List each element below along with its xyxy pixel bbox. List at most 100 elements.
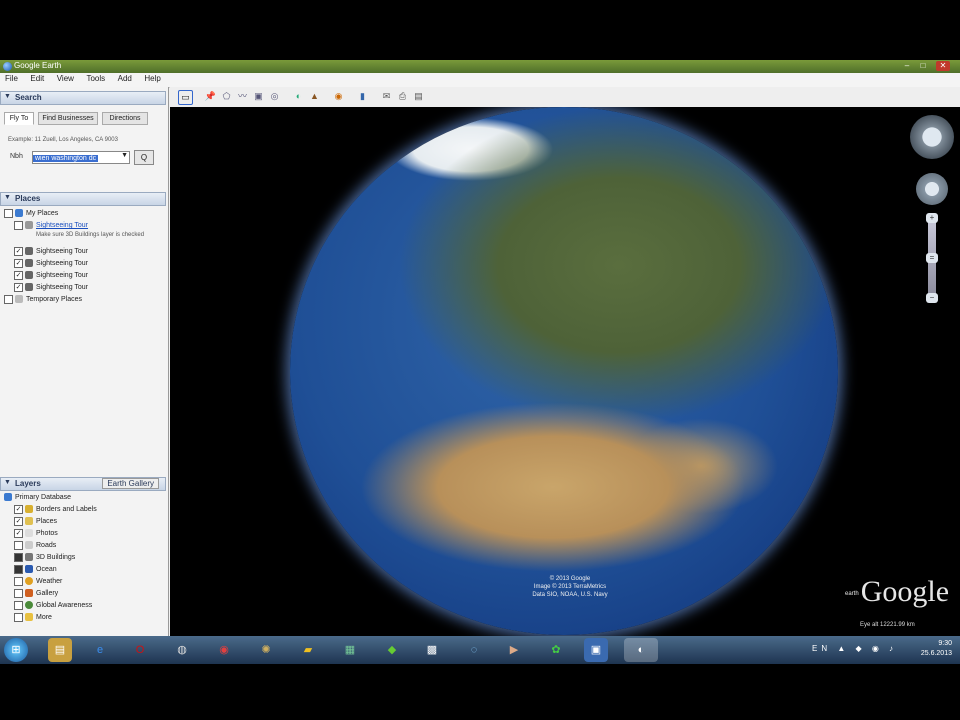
- placemark-icon[interactable]: 📌: [204, 90, 217, 103]
- checkbox-checked[interactable]: ✓: [14, 282, 23, 292]
- app-icon[interactable]: ✿: [544, 638, 568, 662]
- tree-item[interactable]: Primary Database: [4, 492, 97, 504]
- folder-icon[interactable]: ▰: [296, 638, 320, 662]
- globe-view[interactable]: + = − © 2013 Google Image © 2013 TerraMe…: [170, 107, 960, 636]
- checkbox-checked[interactable]: ✓: [14, 504, 23, 514]
- globe-icon: [25, 601, 33, 610]
- tour-icon[interactable]: ◎: [268, 90, 281, 103]
- checkbox[interactable]: [14, 552, 23, 562]
- checkbox[interactable]: [4, 294, 13, 304]
- tree-item[interactable]: Roads: [4, 540, 97, 552]
- tree-item[interactable]: ✓ Sightseeing Tour: [4, 246, 166, 258]
- search-button[interactable]: Q: [134, 150, 154, 165]
- menu-add[interactable]: Add: [113, 73, 137, 84]
- historical-imagery-icon[interactable]: ▲: [308, 90, 321, 103]
- email-icon[interactable]: ✉: [380, 90, 393, 103]
- checkbox[interactable]: [14, 576, 23, 586]
- close-button[interactable]: ✕: [936, 61, 950, 71]
- clock[interactable]: 9:30 25.6.2013: [902, 639, 952, 659]
- tree-item[interactable]: Weather: [4, 576, 97, 588]
- search-panel-header[interactable]: ▼ Search: [0, 91, 166, 105]
- tree-item[interactable]: ✓ Photos: [4, 528, 97, 540]
- start-button-icon[interactable]: ⊞: [4, 638, 28, 662]
- menu-file[interactable]: File: [0, 73, 23, 84]
- app-icon[interactable]: ◆: [380, 638, 404, 662]
- app-icon[interactable]: ✺: [254, 638, 278, 662]
- app-icon[interactable]: ◌: [462, 638, 486, 662]
- menu-edit[interactable]: Edit: [25, 73, 49, 84]
- app-icon[interactable]: ▶: [502, 638, 526, 662]
- tab-find-businesses[interactable]: Find Businesses: [38, 112, 98, 125]
- sun-icon[interactable]: ◐: [292, 90, 305, 103]
- path-icon[interactable]: 〰: [236, 90, 249, 103]
- checkbox[interactable]: [14, 600, 23, 610]
- media-icon[interactable]: ◉: [212, 638, 236, 662]
- checkbox-checked[interactable]: ✓: [14, 270, 23, 280]
- tree-item[interactable]: Gallery: [4, 588, 97, 600]
- checkbox-checked[interactable]: ✓: [14, 528, 23, 538]
- menu-view[interactable]: View: [52, 73, 79, 84]
- maximize-button[interactable]: □: [916, 61, 930, 71]
- borders-icon: [25, 505, 33, 514]
- tree-item[interactable]: 3D Buildings: [4, 552, 97, 564]
- overlay-icon[interactable]: ▣: [252, 90, 265, 103]
- zoom-out-button[interactable]: −: [926, 293, 938, 303]
- tree-item[interactable]: ✓ Places: [4, 516, 97, 528]
- roads-icon: [25, 541, 33, 550]
- zoom-in-button[interactable]: +: [926, 213, 938, 223]
- tree-item[interactable]: Temporary Places: [4, 294, 166, 306]
- maps-icon[interactable]: ▤: [412, 90, 425, 103]
- tree-item[interactable]: ✓ Sightseeing Tour: [4, 258, 166, 270]
- app-icon[interactable]: ▣: [584, 638, 608, 662]
- checkbox[interactable]: [14, 540, 23, 550]
- zoom-slider[interactable]: + = −: [926, 213, 938, 303]
- system-tray[interactable]: EN ▲ ◆ ◉ ♪: [812, 644, 897, 653]
- checkbox[interactable]: [14, 588, 23, 598]
- menu-tools[interactable]: Tools: [81, 73, 110, 84]
- opera-icon[interactable]: O: [128, 638, 152, 662]
- search-input-value: wien washington dc: [33, 155, 99, 162]
- checkbox-checked[interactable]: ✓: [14, 516, 23, 526]
- earth-globe[interactable]: [290, 107, 838, 635]
- checkbox-checked[interactable]: ✓: [14, 258, 23, 268]
- ocean-icon: [25, 565, 33, 574]
- print-icon[interactable]: ⎙: [396, 90, 409, 103]
- planets-icon[interactable]: ◉: [332, 90, 345, 103]
- tree-item[interactable]: ✓ Sightseeing Tour: [4, 282, 166, 294]
- explorer-icon[interactable]: ▤: [48, 638, 72, 662]
- app-icon[interactable]: ▩: [420, 638, 444, 662]
- checkbox[interactable]: [14, 612, 23, 622]
- menu-help[interactable]: Help: [139, 73, 165, 84]
- tree-item[interactable]: Sightseeing Tour: [4, 220, 166, 232]
- navigation-compass[interactable]: [910, 115, 954, 159]
- zoom-slider-thumb[interactable]: =: [926, 253, 938, 263]
- checkbox[interactable]: [14, 564, 23, 574]
- polygon-icon[interactable]: ⬠: [220, 90, 233, 103]
- tree-item[interactable]: More: [4, 612, 97, 624]
- sidebar-toggle-icon[interactable]: ▭: [178, 90, 193, 105]
- app-icon[interactable]: ▦: [338, 638, 362, 662]
- places-panel-header[interactable]: ▼ Places: [0, 192, 166, 206]
- tree-item[interactable]: ✓ Borders and Labels: [4, 504, 97, 516]
- earth-gallery-button[interactable]: Earth Gallery: [102, 478, 159, 489]
- app-window: Google Earth – □ ✕ File Edit View Tools …: [0, 60, 960, 636]
- checkbox[interactable]: [4, 208, 13, 218]
- dropdown-arrow-icon[interactable]: ▼: [121, 152, 128, 159]
- tab-fly-to[interactable]: Fly To: [4, 112, 34, 125]
- search-input[interactable]: wien washington dc ▼: [32, 151, 130, 164]
- google-earth-task-icon[interactable]: ◐: [624, 638, 658, 662]
- ruler-icon[interactable]: ▮: [356, 90, 369, 103]
- tree-item[interactable]: Global Awareness: [4, 600, 97, 612]
- internet-explorer-icon[interactable]: e: [88, 638, 112, 662]
- minimize-button[interactable]: –: [900, 61, 914, 71]
- tree-item[interactable]: ✓ Sightseeing Tour: [4, 270, 166, 282]
- checkbox[interactable]: [14, 220, 23, 230]
- checkbox-checked[interactable]: ✓: [14, 246, 23, 256]
- collapse-icon: ▼: [4, 194, 11, 201]
- move-control[interactable]: [916, 173, 948, 205]
- layers-panel-header[interactable]: ▼ Layers Earth Gallery: [0, 477, 166, 491]
- tab-directions[interactable]: Directions: [102, 112, 148, 125]
- tree-item[interactable]: Ocean: [4, 564, 97, 576]
- tree-item[interactable]: My Places: [4, 208, 166, 220]
- app-icon[interactable]: ◍: [170, 638, 194, 662]
